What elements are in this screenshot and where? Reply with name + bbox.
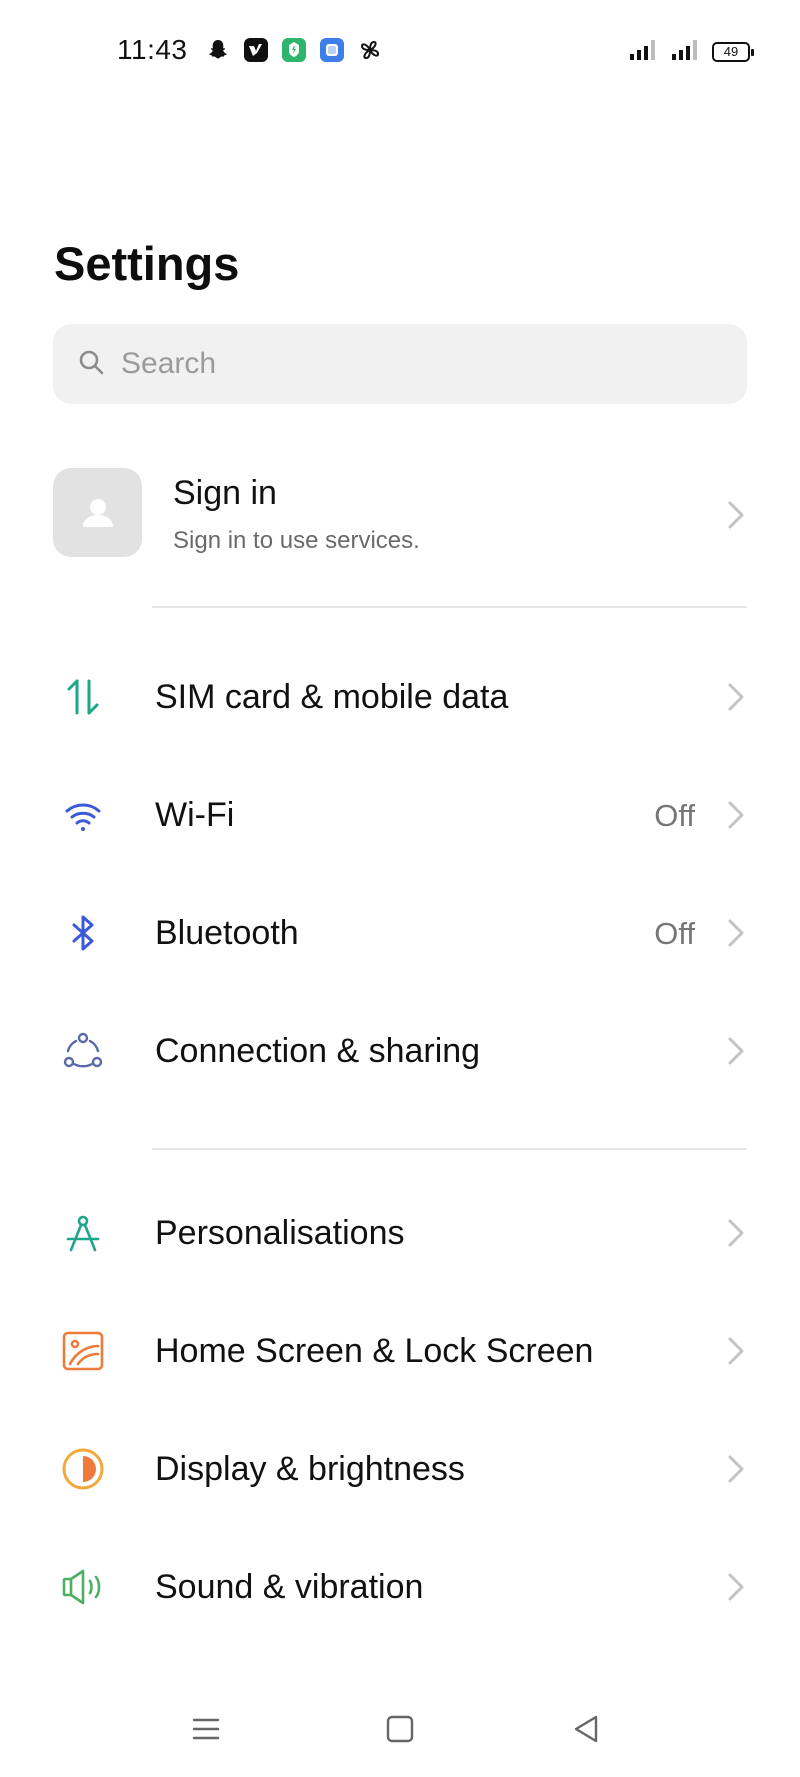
notification-icons — [204, 36, 384, 64]
section-divider — [152, 1148, 747, 1150]
search-bar[interactable] — [53, 324, 747, 404]
search-input[interactable] — [119, 346, 683, 382]
status-bar: 11:43 49 — [0, 0, 800, 104]
bluetooth-status: Off — [654, 916, 695, 951]
battery-icon: 49 — [712, 41, 754, 62]
person-icon — [82, 498, 113, 527]
wifi-status: Off — [654, 798, 695, 833]
settings-item-label: Home Screen & Lock Screen — [155, 1332, 594, 1370]
settings-item-label: SIM card & mobile data — [155, 678, 509, 716]
app-blue-icon — [318, 36, 346, 64]
connection-sharing-icon — [60, 1028, 106, 1074]
compass-icon — [60, 1210, 106, 1256]
page-title: Settings — [54, 237, 240, 290]
settings-item-label: Sound & vibration — [155, 1568, 424, 1606]
data-transfer-icon — [60, 674, 106, 720]
recent-apps-button[interactable] — [184, 1707, 228, 1751]
wallpaper-icon — [60, 1328, 106, 1374]
chevron-right-icon — [725, 1570, 747, 1604]
settings-item-connection-sharing[interactable]: Connection & sharing — [53, 990, 747, 1110]
wifi-icon — [60, 792, 106, 838]
settings-item-wifi[interactable]: Wi-Fi Off — [53, 754, 747, 874]
signal-icon — [628, 38, 658, 65]
chevron-right-icon — [725, 680, 747, 714]
sign-in-row[interactable]: Sign in Sign in to use services. — [53, 468, 747, 560]
navigation-bar — [0, 1687, 800, 1777]
chevron-right-icon — [725, 1334, 747, 1368]
search-icon — [77, 348, 105, 381]
bluetooth-icon — [60, 910, 106, 956]
chevron-right-icon — [725, 1216, 747, 1250]
chevron-right-icon — [725, 1452, 747, 1486]
home-button[interactable] — [378, 1707, 422, 1751]
chevron-right-icon — [725, 498, 747, 532]
status-time: 11:43 — [117, 34, 188, 65]
settings-item-label: Personalisations — [155, 1214, 405, 1252]
settings-item-sound-vibration[interactable]: Sound & vibration — [53, 1526, 747, 1646]
settings-item-label: Connection & sharing — [155, 1032, 481, 1070]
menu-icon — [192, 1718, 220, 1740]
settings-item-home-lock-screen[interactable]: Home Screen & Lock Screen — [53, 1290, 747, 1410]
sign-in-title: Sign in — [173, 474, 277, 512]
settings-item-personalisations[interactable]: Personalisations — [53, 1172, 747, 1292]
back-triangle-icon — [574, 1715, 598, 1743]
settings-item-bluetooth[interactable]: Bluetooth Off — [53, 872, 747, 992]
settings-item-label: Display & brightness — [155, 1450, 465, 1488]
sign-in-subtitle: Sign in to use services. — [173, 527, 420, 554]
brightness-icon — [60, 1446, 106, 1492]
signal-icon-2 — [670, 38, 700, 65]
pinwheel-icon — [356, 36, 384, 64]
speaker-icon — [60, 1564, 106, 1610]
chevron-right-icon — [725, 798, 747, 832]
settings-item-label: Bluetooth — [155, 914, 299, 952]
section-divider — [152, 606, 747, 608]
settings-item-sim-card[interactable]: SIM card & mobile data — [53, 636, 747, 756]
avatar — [53, 468, 142, 557]
app-green-icon — [280, 36, 308, 64]
chevron-right-icon — [725, 916, 747, 950]
status-indicators: 49 — [628, 38, 754, 65]
settings-item-display-brightness[interactable]: Display & brightness — [53, 1408, 747, 1528]
battery-level: 49 — [723, 44, 739, 59]
snapchat-icon — [204, 36, 232, 64]
vimeo-icon — [242, 36, 270, 64]
back-button[interactable] — [564, 1707, 608, 1751]
square-icon — [386, 1715, 414, 1743]
chevron-right-icon — [725, 1034, 747, 1068]
settings-item-label: Wi-Fi — [155, 796, 235, 834]
